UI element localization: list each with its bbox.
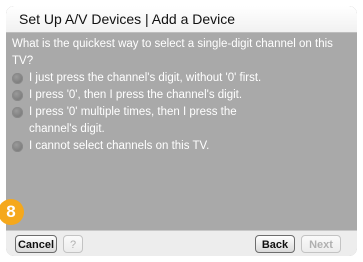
option-multiple-zero[interactable]: I press '0' multiple times, then I press… xyxy=(12,104,352,138)
help-button[interactable]: ? xyxy=(63,235,83,253)
next-button[interactable]: Next xyxy=(301,235,341,253)
option-label-continued: channel's digit. xyxy=(29,123,105,135)
dialog-title: Set Up A/V Devices | Add a Device xyxy=(19,11,236,27)
back-button[interactable]: Back xyxy=(255,235,295,253)
option-label: I press '0' multiple times, then I press… xyxy=(29,106,237,118)
radio-button[interactable] xyxy=(12,90,23,101)
option-cannot-select[interactable]: I cannot select channels on this TV. xyxy=(12,138,352,155)
question-panel: What is the quickest way to select a sin… xyxy=(12,36,352,155)
option-no-zero[interactable]: I just press the channel's digit, withou… xyxy=(12,70,352,87)
radio-button[interactable] xyxy=(12,107,23,118)
radio-button[interactable] xyxy=(12,73,23,84)
question-text: What is the quickest way to select a sin… xyxy=(12,38,333,67)
cancel-button[interactable]: Cancel xyxy=(15,235,57,253)
radio-button[interactable] xyxy=(12,141,23,152)
dialog-window: Set Up A/V Devices | Add a Device What i… xyxy=(6,6,357,256)
option-label: I cannot select channels on this TV. xyxy=(29,140,210,152)
title-bar: Set Up A/V Devices | Add a Device xyxy=(6,6,357,33)
option-label: I press '0', then I press the channel's … xyxy=(29,89,243,101)
option-label: I just press the channel's digit, withou… xyxy=(29,72,262,84)
option-zero-then-digit[interactable]: I press '0', then I press the channel's … xyxy=(12,87,352,104)
button-bar: Cancel ? Back Next xyxy=(6,230,357,256)
